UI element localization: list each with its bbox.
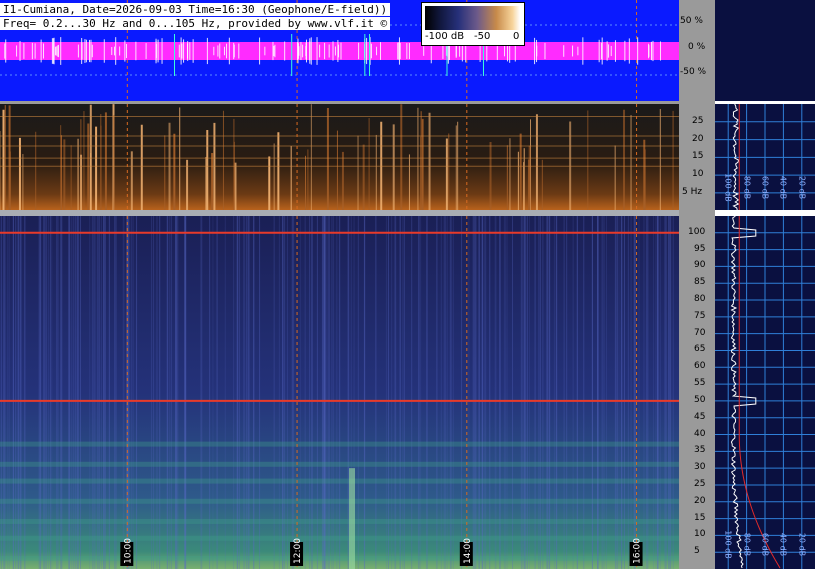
low-spectrogram-background [0, 104, 679, 210]
chart-title-line2: Freq= 0.2...30 Hz and 0...105 Hz, provid… [0, 17, 391, 30]
high-frequency-tick-label: 80 [694, 294, 706, 305]
side-high-tick-label: 20 dB [797, 532, 807, 557]
high-frequency-tick-label: 10 [694, 529, 706, 540]
high-frequency-tick-label: 65 [694, 344, 706, 355]
side-low-tick-label: 60 dB [760, 175, 770, 200]
high-spectrogram-band [0, 441, 679, 447]
high-frequency-tick-label: 15 [694, 512, 706, 523]
colorbar-gradient [425, 6, 520, 30]
low-frequency-tick-label: 10 [692, 169, 704, 180]
side-high-tick-label: 100 dB [723, 530, 733, 559]
high-spectrogram-band [0, 461, 679, 467]
high-frequency-tick-label: 20 [694, 495, 706, 506]
side-high-tick-label: 40 dB [778, 532, 788, 557]
high-spectrogram-band [0, 498, 679, 504]
average-spectrum-svg [715, 101, 815, 569]
high-frequency-tick-label: 60 [694, 361, 706, 372]
high-frequency-tick-label: 25 [694, 478, 706, 489]
colorbar-label-max: 0 [513, 31, 520, 42]
vlf-spectrogram-screen: I1-Cumiana, Date=2026-09-03 Time=16:30 (… [0, 0, 815, 569]
time-tick-label: 10:00 [123, 538, 133, 564]
high-frequency-tick-label: 75 [694, 310, 706, 321]
side-high-tick-label: 80 dB [742, 532, 752, 557]
side-low-tick-label: 100 dB [723, 173, 733, 202]
high-frequency-spectrogram: 10:00 12:00 14:00 16:00 [0, 216, 679, 569]
time-tick-label: 14:00 [463, 538, 473, 564]
high-frequency-tick-label: 85 [694, 277, 706, 288]
average-spectrum-panel [715, 0, 815, 569]
low-frequency-tick-label: 25 [692, 115, 704, 126]
high-spectrogram-band [0, 478, 679, 484]
low-frequency-tick-label: 5 Hz [682, 186, 703, 197]
side-spectrum-traces [730, 103, 781, 569]
low-frequency-spectrogram-svg [0, 104, 679, 210]
time-tick-label-group: 10:00 [120, 538, 134, 566]
high-frequency-tick-label: 35 [694, 445, 706, 456]
chart-title-line1: I1-Cumiana, Date=2026-09-03 Time=16:30 (… [0, 3, 391, 16]
waveform-axis-label-minus50: -50 % [680, 67, 707, 77]
colorbar-label-mid: -50 [474, 31, 491, 42]
high-spectrogram-band [0, 555, 679, 561]
waveform-trace-band [0, 42, 679, 60]
side-separator-top [715, 101, 815, 104]
high-frequency-tick-label: 95 [694, 243, 706, 254]
side-low-tick-label: 80 dB [742, 175, 752, 200]
side-high-model-trace [738, 216, 781, 569]
time-tick-label: 16:00 [633, 538, 643, 564]
high-frequency-tick-label: 55 [694, 378, 706, 389]
side-low-tick-label: 40 dB [778, 175, 788, 200]
waveform-axis-label-0: 0 % [688, 42, 706, 52]
high-spectrogram-band [0, 535, 679, 541]
high-frequency-tick-label: 90 [694, 260, 706, 271]
high-frequency-tick-label: 50 [694, 394, 706, 405]
colorbar-legend: -100 dB -50 0 [421, 2, 525, 46]
low-frequency-tick-label: 15 [692, 151, 704, 162]
high-frequency-tick-label: 5 [694, 546, 700, 557]
time-tick-label-group: 14:00 [459, 538, 473, 566]
high-frequency-spectrogram-svg: 10:00 12:00 14:00 16:00 [0, 216, 679, 569]
side-high-spectrum-trace [730, 215, 757, 569]
waveform-axis-label-50: 50 % [680, 16, 703, 26]
high-frequency-tick-label: 70 [694, 327, 706, 338]
high-spectrogram-band [0, 518, 679, 524]
low-frequency-spectrogram [0, 104, 679, 214]
side-high-tick-label: 60 dB [760, 532, 770, 557]
high-frequency-tick-label: 100 [688, 226, 706, 237]
high-spectrogram-burst [349, 468, 355, 569]
high-frequency-tick-label: 30 [694, 462, 706, 473]
time-tick-label: 12:00 [293, 538, 303, 564]
colorbar-label-min: -100 dB [425, 31, 465, 42]
time-tick-label-group: 16:00 [629, 538, 643, 566]
low-frequency-tick-label: 20 [692, 133, 704, 144]
high-frequency-tick-label: 45 [694, 411, 706, 422]
high-frequency-tick-label: 40 [694, 428, 706, 439]
time-tick-label-group: 12:00 [290, 538, 304, 566]
side-separator-middle [715, 210, 815, 216]
side-low-tick-label: 20 dB [797, 175, 807, 200]
